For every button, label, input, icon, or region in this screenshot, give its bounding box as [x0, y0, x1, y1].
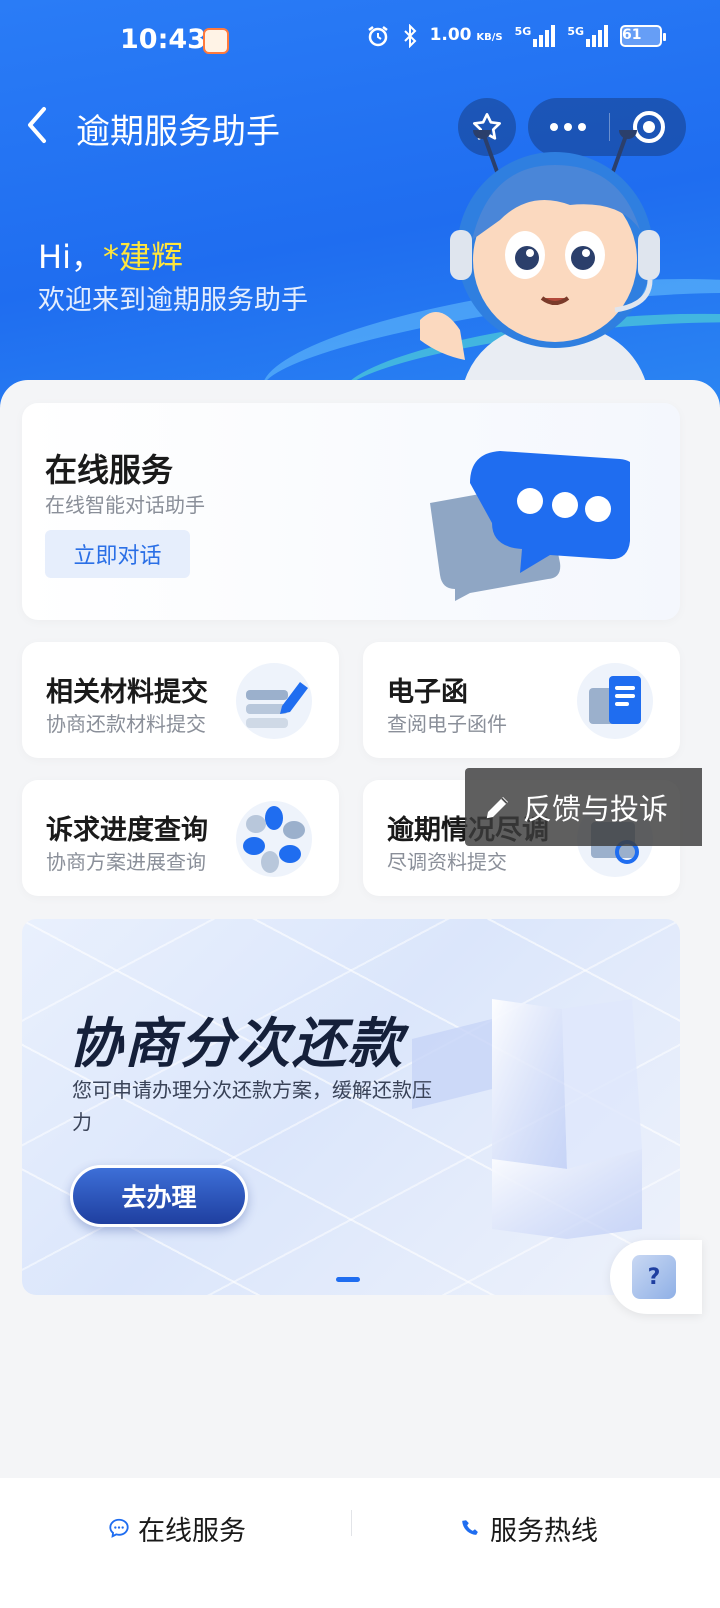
- online-service-label: 在线服务: [138, 1515, 246, 1547]
- card-subtitle: 协商方案进展查询: [46, 850, 206, 874]
- material-submit-card[interactable]: 相关材料提交 协商还款材料提交: [22, 642, 339, 758]
- card-title: 相关材料提交: [46, 677, 208, 708]
- installment-banner[interactable]: 协商分次还款 您可申请办理分次还款方案，缓解还款压力 去办理: [22, 919, 680, 1295]
- online-service-tab[interactable]: 在线服务: [108, 1508, 246, 1548]
- greeting: Hi，*建辉: [38, 238, 183, 276]
- bottom-divider: [351, 1510, 352, 1536]
- online-service-card[interactable]: 在线服务 在线智能对话助手 立即对话: [22, 403, 680, 620]
- card-subtitle: 尽调资料提交: [387, 850, 507, 874]
- status-indicators: 1.00 KB/S 5G 5G 61: [366, 24, 666, 48]
- signal-bars-icon: [533, 25, 556, 47]
- service-hotline-label: 服务热线: [490, 1515, 598, 1547]
- edit-icon: [486, 797, 508, 819]
- banner-description: 您可申请办理分次还款方案，缓解还款压力: [72, 1078, 432, 1134]
- service-hotline-tab[interactable]: 服务热线: [460, 1508, 598, 1548]
- signal-bars-icon: [586, 25, 608, 47]
- progress-icon: [236, 801, 312, 877]
- banner-title: 协商分次还款: [68, 1012, 404, 1075]
- phone-icon: [462, 1520, 478, 1535]
- bluetooth-icon: [403, 24, 416, 48]
- online-service-subtitle: 在线智能对话助手: [45, 493, 205, 517]
- bottom-bar: 在线服务 服务热线: [0, 1478, 720, 1608]
- welcome-text: 欢迎来到逾期服务助手: [38, 285, 308, 316]
- status-time: 10:43: [120, 24, 206, 55]
- back-button[interactable]: [22, 105, 62, 145]
- signal-5g-2: 5G: [567, 25, 608, 47]
- status-bar: 10:43 1.00 KB/S 5G 5G 61: [0, 0, 720, 80]
- carousel-indicator: [336, 1277, 360, 1282]
- e-letter-card[interactable]: 电子函 查阅电子函件: [363, 642, 680, 758]
- document-upload-icon: [236, 663, 312, 739]
- network-speed: 1.00 KB/S: [429, 24, 503, 45]
- card-subtitle: 协商还款材料提交: [46, 712, 206, 736]
- signal-5g-1: 5G: [515, 25, 556, 47]
- chat-icon: [109, 1518, 129, 1538]
- alarm-icon: [367, 26, 388, 47]
- online-service-title: 在线服务: [45, 451, 174, 489]
- chevron-left-icon: [28, 107, 46, 143]
- letter-icon: [577, 663, 653, 739]
- feedback-label: 反馈与投诉: [523, 792, 669, 826]
- app-notification-icon: [203, 28, 229, 54]
- card-title: 诉求进度查询: [46, 815, 208, 846]
- chat-bubble-icon: [430, 451, 630, 601]
- user-name: *建辉: [102, 238, 183, 276]
- battery-icon: 61: [620, 25, 666, 47]
- start-chat-button[interactable]: 立即对话: [45, 530, 190, 578]
- help-icon: ?: [632, 1255, 676, 1299]
- feedback-complaint-button[interactable]: 反馈与投诉: [465, 768, 702, 846]
- card-title: 电子函: [387, 677, 468, 708]
- go-handle-button[interactable]: 去办理: [70, 1165, 248, 1227]
- help-float-button[interactable]: ?: [610, 1240, 702, 1314]
- page-title: 逾期服务助手: [76, 112, 280, 152]
- mascot-illustration: [420, 130, 660, 390]
- progress-query-card[interactable]: 诉求进度查询 协商方案进展查询: [22, 780, 339, 896]
- header: 10:43 1.00 KB/S 5G 5G 61 逾期服务助手 Hi，*建辉 欢…: [0, 0, 720, 420]
- card-subtitle: 查阅电子函件: [387, 712, 507, 736]
